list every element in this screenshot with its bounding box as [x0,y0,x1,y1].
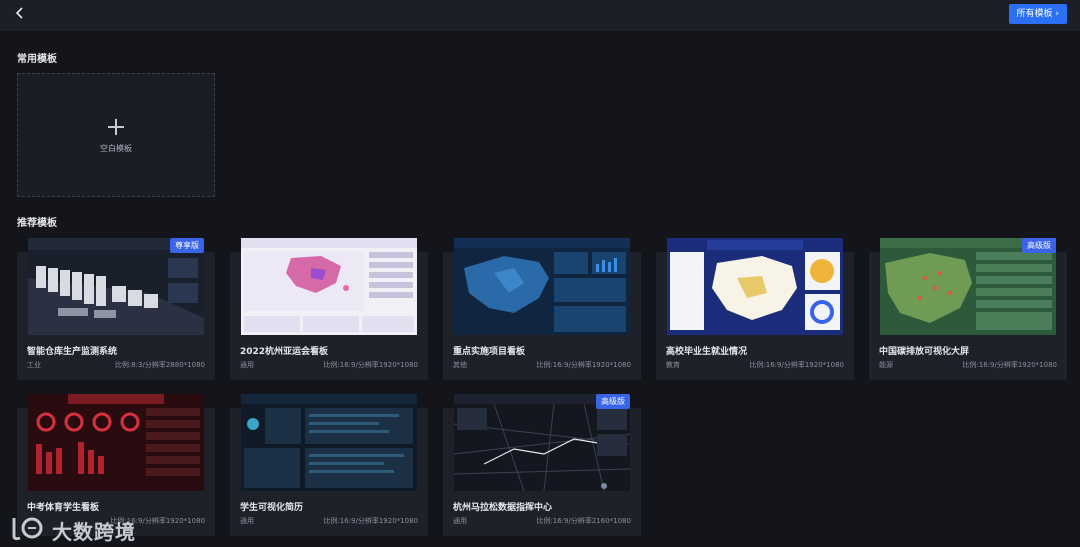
top-bar: 所有模板 › [0,0,1080,31]
template-ratio: 比例:16:9/分辨率1920*1080 [323,517,418,525]
template-name: 2022杭州亚运会看板 [240,347,329,357]
template-thumbnail-resume [241,394,417,491]
template-thumbnail-graduates [667,238,843,335]
template-thumbnail-key-projects [454,238,630,335]
template-name: 中国碳排放可视化大屏 [879,347,970,357]
template-category: 教育 [666,361,680,369]
common-templates-title: 常用模板 [17,54,57,65]
template-name: 智能仓库生产监测系统 [27,347,118,357]
template-category: 工业 [27,361,41,369]
template-ratio: 比例:16:9/分辨率1920*1080 [962,361,1057,369]
template-card[interactable]: 2022杭州亚运会看板 通用 比例:16:9/分辨率1920*1080 [230,238,428,380]
template-name: 高校毕业生就业情况 [666,347,748,357]
template-name: 重点实施项目看板 [453,347,526,357]
recommended-templates-title: 推荐模板 [17,218,57,229]
template-category: 能源 [879,361,893,369]
template-card[interactable]: 高校毕业生就业情况 教育 比例:16:9/分辨率1920*1080 [656,238,854,380]
template-category: 其他 [453,361,467,369]
template-ratio: 比例:16:9/分辨率1920*1080 [536,361,631,369]
template-card[interactable]: 高级版 中国碳排放可视化大屏 能源 比例:16:9/分辨率1920*1080 [869,238,1067,380]
edition-badge: 高级版 [1022,238,1056,253]
all-templates-button[interactable]: 所有模板 › [1008,4,1067,24]
template-card[interactable]: 学生可视化简历 通用 比例:16:9/分辨率1920*1080 [230,394,428,536]
template-category: 通用 [453,517,467,525]
watermark-logo: 大数跨境 [8,514,168,544]
template-card[interactable]: 尊享版 智能仓库生产监测系统 工业 比例:8:3/分辨率2880*1080 [17,238,215,380]
template-category: 通用 [240,361,254,369]
template-thumbnail-asian-games [241,238,417,335]
watermark-text: 大数跨境 [52,520,136,544]
template-ratio: 比例:16:9/分辨率1920*1080 [749,361,844,369]
template-thumbnail-pe-exam [28,394,204,491]
brand-logo-icon [12,517,43,541]
edition-badge: 高级版 [596,394,630,409]
template-ratio: 比例:16:9/分辨率1920*1080 [323,361,418,369]
template-ratio: 比例:16:9/分辨率2160*1080 [536,517,631,525]
blank-template-card[interactable]: 空白模板 [17,73,215,197]
template-card[interactable]: 高级版 杭州马拉松数据指挥中心 通用 比例:16:9/分辨率2160*1080 [443,394,641,536]
plus-icon [18,118,214,141]
template-card[interactable]: 重点实施项目看板 其他 比例:16:9/分辨率1920*1080 [443,238,641,380]
template-name: 学生可视化简历 [240,503,304,513]
blank-template-label: 空白模板 [100,144,132,153]
template-ratio: 比例:8:3/分辨率2880*1080 [114,361,205,369]
chevron-left-icon[interactable] [14,6,34,24]
template-name: 杭州马拉松数据指挥中心 [453,503,553,513]
edition-badge: 尊享版 [170,238,204,253]
template-name: 中考体育学生看板 [27,503,100,513]
template-category: 通用 [240,517,254,525]
